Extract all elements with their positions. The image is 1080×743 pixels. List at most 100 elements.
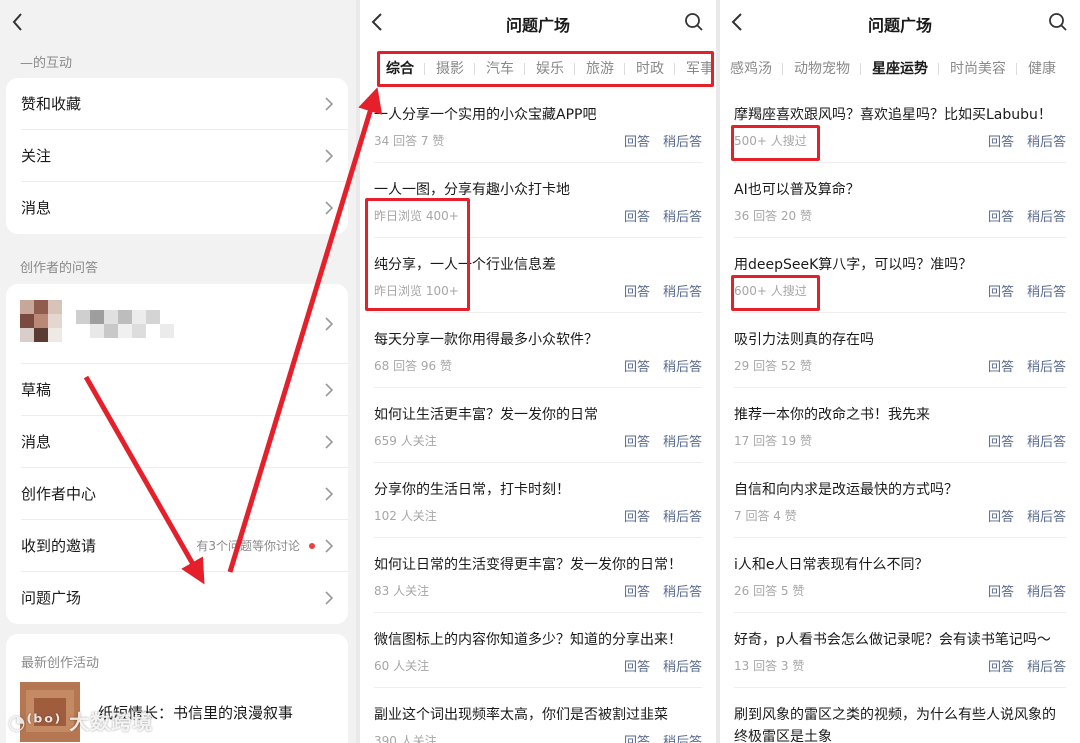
menu-item-creator-messages[interactable]: 消息	[6, 416, 348, 468]
question-meta: 7 回答 4 赞	[734, 509, 797, 523]
answer-button[interactable]: 回答	[988, 206, 1014, 225]
menu-item-label: 收到的邀请	[21, 537, 97, 555]
answer-later-button[interactable]: 稍后答	[1027, 131, 1066, 150]
header: 问题广场	[360, 0, 716, 44]
section-title-creator: 创作者的问答	[20, 261, 99, 276]
back-icon[interactable]	[8, 10, 28, 34]
question-title: 副业这个词出现频率太高，你们是否被割过韭菜	[374, 707, 668, 723]
answer-button[interactable]: 回答	[988, 281, 1014, 300]
question-item[interactable]: 吸引力法则真的存在吗 29 回答 52 赞 回答 稍后答	[720, 313, 1080, 388]
tab-health[interactable]: 健康	[1028, 58, 1056, 78]
menu-item-creator-center[interactable]: 创作者中心	[6, 468, 348, 520]
section-title-interaction: —的互动	[20, 56, 73, 71]
question-meta: 13 回答 3 赞	[734, 659, 805, 673]
search-icon[interactable]	[1048, 12, 1068, 32]
question-item[interactable]: 如何让日常的生活变得更丰富？发一发你的日常！ 83 人关注 回答 稍后答	[360, 538, 716, 613]
answer-button[interactable]: 回答	[988, 131, 1014, 150]
tab-pets[interactable]: 动物宠物	[794, 58, 850, 78]
question-item[interactable]: 推荐一本你的改命之书！我先来 17 回答 19 赞 回答 稍后答	[720, 388, 1080, 463]
tab-inspiration[interactable]: 感鸡汤	[730, 58, 772, 78]
header: 问题广场	[720, 0, 1080, 44]
answer-button[interactable]: 回答	[988, 581, 1014, 600]
menu-item-invitations[interactable]: 收到的邀请 有3个问题等你讨论	[6, 520, 348, 572]
question-meta: 29 回答 52 赞	[734, 359, 812, 373]
question-meta: 68 回答 96 赞	[374, 359, 452, 373]
answer-later-button[interactable]: 稍后答	[1027, 281, 1066, 300]
question-meta: 17 回答 19 赞	[734, 434, 812, 448]
chevron-right-icon	[325, 97, 334, 111]
answer-later-button[interactable]: 稍后答	[1027, 206, 1066, 225]
answer-button[interactable]: 回答	[988, 656, 1014, 675]
answer-later-button[interactable]: 稍后答	[663, 431, 702, 450]
question-meta: 34 回答 7 赞	[374, 134, 445, 148]
question-item[interactable]: 每天分享一款你用得最多小众软件？ 68 回答 96 赞 回答 稍后答	[360, 313, 716, 388]
answer-later-button[interactable]: 稍后答	[1027, 656, 1066, 675]
answer-later-button[interactable]: 稍后答	[663, 731, 702, 743]
question-item[interactable]: i人和e人日常表现有什么不同？ 26 回答 5 赞 回答 稍后答	[720, 538, 1080, 613]
question-item[interactable]: 微信图标上的内容你知道多少？知道的分享出来！ 60 人关注 回答 稍后答	[360, 613, 716, 688]
chevron-right-icon	[325, 591, 334, 605]
answer-later-button[interactable]: 稍后答	[663, 281, 702, 300]
answer-button[interactable]: 回答	[624, 131, 650, 150]
menu-item-messages[interactable]: 消息	[6, 182, 348, 234]
answer-button[interactable]: 回答	[624, 506, 650, 525]
menu-item-follow[interactable]: 关注	[6, 130, 348, 182]
answer-button[interactable]: 回答	[624, 581, 650, 600]
question-item[interactable]: 自信和向内求是改运最快的方式吗？ 7 回答 4 赞 回答 稍后答	[720, 463, 1080, 538]
question-meta: 390 人关注	[374, 734, 437, 743]
answer-later-button[interactable]: 稍后答	[663, 581, 702, 600]
question-title: 分享你的生活日常，打卡时刻！	[374, 482, 570, 498]
answer-later-button[interactable]: 稍后答	[663, 131, 702, 150]
watermark-logo: ◔⁽ᵇᵒ⁾ 大数跨境	[8, 710, 154, 734]
invitation-hint: 有3个问题等你讨论	[196, 539, 300, 553]
answer-later-button[interactable]: 稍后答	[663, 356, 702, 375]
question-title: 每天分享一款你用得最多小众软件？	[374, 332, 598, 348]
answer-later-button[interactable]: 稍后答	[663, 206, 702, 225]
answer-button[interactable]: 回答	[624, 281, 650, 300]
question-item[interactable]: AI也可以普及算命？ 36 回答 20 赞 回答 稍后答	[720, 163, 1080, 238]
answer-later-button[interactable]: 稍后答	[1027, 581, 1066, 600]
question-square-panel-astrology: 问题广场 感鸡汤 动物宠物 星座运势 时尚美容 健康 摩羯座喜欢跟风吗？喜欢追星…	[720, 0, 1080, 743]
section-title-activity: 最新创作活动	[21, 656, 100, 671]
question-meta: 终极雷区是土象	[734, 729, 832, 743]
interaction-card: 赞和收藏 关注 消息	[6, 78, 348, 234]
answer-button[interactable]: 回答	[624, 206, 650, 225]
question-title: 微信图标上的内容你知道多少？知道的分享出来！	[374, 632, 682, 648]
answer-button[interactable]: 回答	[988, 431, 1014, 450]
question-item[interactable]: 刷到风象的雷区之类的视频，为什么有些人说风象的 终极雷区是土象	[720, 688, 1080, 743]
answer-button[interactable]: 回答	[988, 506, 1014, 525]
answer-button[interactable]: 回答	[624, 431, 650, 450]
menu-item-drafts[interactable]: 草稿	[6, 364, 348, 416]
question-item[interactable]: 副业这个词出现频率太高，你们是否被割过韭菜 390 人关注 回答 稍后答	[360, 688, 716, 743]
tab-fashion-beauty[interactable]: 时尚美容	[950, 58, 1006, 78]
question-meta: 102 人关注	[374, 509, 437, 523]
search-icon[interactable]	[684, 12, 704, 32]
question-item[interactable]: 分享你的生活日常，打卡时刻！ 102 人关注 回答 稍后答	[360, 463, 716, 538]
menu-item-label: 消息	[21, 199, 52, 217]
answer-later-button[interactable]: 稍后答	[1027, 506, 1066, 525]
answer-button[interactable]: 回答	[624, 731, 650, 743]
question-title: 摩羯座喜欢跟风吗？喜欢追星吗？比如买Labubu！	[734, 107, 1052, 123]
question-item[interactable]: 如何让生活更丰富？发一发你的日常 659 人关注 回答 稍后答	[360, 388, 716, 463]
chevron-right-icon	[325, 539, 334, 553]
chevron-right-icon	[325, 317, 334, 331]
answer-later-button[interactable]: 稍后答	[1027, 356, 1066, 375]
menu-item-likes[interactable]: 赞和收藏	[6, 78, 348, 130]
answer-later-button[interactable]: 稍后答	[663, 656, 702, 675]
menu-item-question-square[interactable]: 问题广场	[6, 572, 348, 624]
answer-button[interactable]: 回答	[624, 356, 650, 375]
question-item[interactable]: 好奇，p人看书会怎么做记录呢？会有读书笔记吗～ 13 回答 3 赞 回答 稍后答	[720, 613, 1080, 688]
tab-astrology[interactable]: 星座运势	[872, 58, 928, 78]
question-title: 一人分享一个实用的小众宝藏APP吧	[374, 107, 597, 123]
question-title: 如何让日常的生活变得更丰富？发一发你的日常！	[374, 557, 682, 573]
question-item[interactable]: 一人分享一个实用的小众宝藏APP吧 34 回答 7 赞 回答 稍后答	[360, 88, 716, 163]
chevron-right-icon	[325, 487, 334, 501]
answer-button[interactable]: 回答	[624, 656, 650, 675]
answer-button[interactable]: 回答	[988, 356, 1014, 375]
answer-later-button[interactable]: 稍后答	[1027, 431, 1066, 450]
question-title: 好奇，p人看书会怎么做记录呢？会有读书笔记吗～	[734, 632, 1051, 648]
highlight-search-count	[731, 125, 820, 161]
answer-later-button[interactable]: 稍后答	[663, 506, 702, 525]
creator-profile-row[interactable]	[6, 284, 348, 364]
question-title: i人和e人日常表现有什么不同？	[734, 557, 929, 573]
